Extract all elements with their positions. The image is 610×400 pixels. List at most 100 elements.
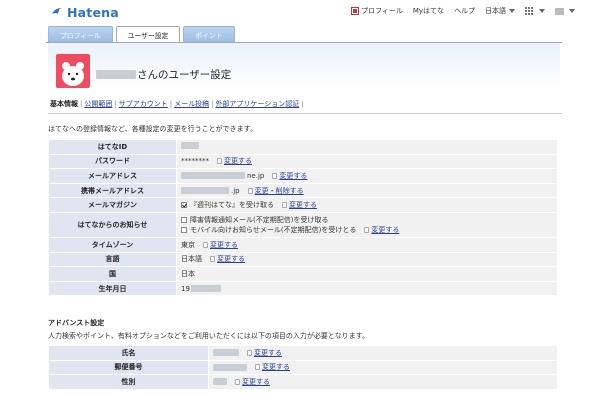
edit-icon xyxy=(255,364,260,371)
settings-tabs: プロフィール ユーザー設定 ポイント xyxy=(48,26,238,43)
subnav-basic[interactable]: 基本情報 xyxy=(50,99,78,109)
mobile-email-value: .jp xyxy=(231,186,240,195)
timezone-label: タイムゾーン xyxy=(48,236,177,253)
email-value: ne.jp xyxy=(247,171,265,180)
subnav-subaccount[interactable]: サブアカウント xyxy=(119,99,168,109)
change-magazine-link[interactable]: 変更する xyxy=(289,200,317,210)
edit-icon xyxy=(247,187,253,194)
mail-magazine-label: メールマガジン xyxy=(48,197,177,213)
table-row: はてなからのお知らせ 障害情報通知メール(不定期配信)を受け取る モバイル向けお… xyxy=(48,211,558,238)
country-label: 国 xyxy=(48,266,177,282)
top-bar: Hatena プロフィール Myはてな ヘルプ 日本語 xyxy=(0,0,610,24)
outage-mail-checkbox[interactable] xyxy=(181,216,187,223)
top-links: プロフィール Myはてな ヘルプ 日本語 xyxy=(351,6,585,16)
password-label: パスワード xyxy=(48,153,177,170)
language-label: 日本語 xyxy=(485,7,507,15)
change-email-link[interactable]: 変更する xyxy=(279,171,307,181)
email-label: メールアドレス xyxy=(48,168,177,184)
table-row: 言語 日本語 変更する xyxy=(48,251,558,268)
settings-header: さんのユーザー設定 xyxy=(48,43,560,91)
subnav-divider xyxy=(48,113,562,114)
subnav-external-apps[interactable]: 外部アプリケーション認証 xyxy=(215,99,299,109)
hatena-id-label: はてなID xyxy=(48,139,177,155)
hatena-logo[interactable]: Hatena xyxy=(50,4,119,20)
language-value: 日本語 xyxy=(181,255,202,264)
change-password-link[interactable]: 変更する xyxy=(224,156,252,166)
change-mobile-email-link[interactable]: 変更・削除する xyxy=(255,186,304,196)
notice-label: はてなからのお知らせ xyxy=(48,211,177,238)
change-gender-link[interactable]: 変更する xyxy=(242,377,270,387)
table-row: 氏名 変更する xyxy=(48,345,558,361)
language-setting-label: 言語 xyxy=(48,251,177,268)
table-row: パスワード ******** 変更する xyxy=(48,153,558,170)
table-row: 国 日本 xyxy=(48,266,558,282)
inbox-icon xyxy=(555,7,565,15)
edit-icon xyxy=(217,158,222,165)
change-zip-link[interactable]: 変更する xyxy=(262,362,290,372)
hatena-bird-icon xyxy=(52,8,61,14)
blurred-username xyxy=(96,70,136,79)
gender-label: 性別 xyxy=(48,374,209,390)
settings-subnav: 基本情報 | 公開範囲 | サブアカウント | メール投稿 | 外部アプリケーシ… xyxy=(50,99,304,109)
chevron-down-icon xyxy=(539,9,546,13)
subnav-visibility[interactable]: 公開範囲 xyxy=(84,99,112,109)
change-name-link[interactable]: 変更する xyxy=(254,348,282,358)
profile-link[interactable]: プロフィール xyxy=(351,6,403,16)
edit-icon xyxy=(210,256,215,263)
change-language-link[interactable]: 変更する xyxy=(217,254,245,264)
edit-icon xyxy=(282,202,287,209)
edit-icon xyxy=(203,241,208,248)
profile-link-label: プロフィール xyxy=(361,7,403,15)
polar-bear-icon xyxy=(62,62,84,86)
language-selector[interactable]: 日本語 xyxy=(485,6,516,16)
edit-icon xyxy=(272,172,278,179)
help-link[interactable]: ヘルプ xyxy=(454,6,475,16)
blurred-zip xyxy=(213,363,247,371)
tab-points[interactable]: ポイント xyxy=(183,26,235,42)
edit-icon xyxy=(364,226,370,233)
magazine-checkbox[interactable] xyxy=(181,202,187,209)
edit-icon xyxy=(247,349,252,356)
advanced-settings-table: 氏名 変更する 郵便番号 変更する 性別 変更する xyxy=(48,345,558,390)
blurred-name xyxy=(213,349,239,357)
grid-icon xyxy=(525,6,534,16)
edit-icon xyxy=(235,378,240,385)
table-row: はてなID xyxy=(48,139,558,155)
change-timezone-link[interactable]: 変更する xyxy=(210,240,238,250)
tab-user-settings[interactable]: ユーザー設定 xyxy=(115,26,181,43)
blurred-mobile-email xyxy=(181,187,229,195)
blurred-gender xyxy=(213,378,227,386)
magazine-option: 『週刊はてな』を受け取る xyxy=(190,201,274,210)
profile-icon xyxy=(351,7,359,15)
table-row: メールマガジン 『週刊はてな』を受け取る 変更する xyxy=(48,197,558,213)
page-title: さんのユーザー設定 xyxy=(96,67,231,82)
mobile-notice-option: モバイル向けお知らせメール(不定期配信)を受けとる xyxy=(190,225,357,234)
table-row: 生年月日 19 xyxy=(48,280,558,297)
table-row: 携帯メールアドレス .jp 変更・削除する xyxy=(48,182,558,199)
zip-label: 郵便番号 xyxy=(48,359,209,376)
table-row: タイムゾーン 東京 変更する xyxy=(48,236,558,253)
logo-text: Hatena xyxy=(67,4,119,20)
hatena-id-value xyxy=(176,139,558,155)
table-row: メールアドレス ne.jp 変更する xyxy=(48,168,558,184)
chevron-down-icon xyxy=(569,9,576,13)
chevron-down-icon xyxy=(509,9,516,13)
blurred-birthday xyxy=(190,285,221,293)
birthday-label: 生年月日 xyxy=(48,280,177,297)
notification-menu[interactable] xyxy=(555,7,576,15)
blurred-email xyxy=(181,172,245,180)
outage-mail-option: 障害情報通知メール(不定期配信)を受け取る xyxy=(190,215,329,224)
mobile-notice-checkbox[interactable] xyxy=(181,226,187,233)
apps-menu[interactable] xyxy=(525,6,546,16)
subnav-mail-post[interactable]: メール投稿 xyxy=(174,99,209,109)
advanced-settings-title: アドバンスト設定 xyxy=(48,319,105,327)
birthday-value: 19 xyxy=(181,284,190,293)
page-title-text: さんのユーザー設定 xyxy=(137,69,232,81)
change-notice-link[interactable]: 変更する xyxy=(371,225,399,235)
mobile-email-label: 携帯メールアドレス xyxy=(48,182,177,199)
timezone-value: 東京 xyxy=(181,240,195,249)
basic-settings-table: はてなID パスワード ******** 変更する メールアドレス ne.jp … xyxy=(48,139,558,297)
intro-text: はてなへの登録情報など、各種設定の変更を行うことができます。 xyxy=(48,125,257,133)
tab-profile[interactable]: プロフィール xyxy=(48,26,113,42)
myhatena-link[interactable]: Myはてな xyxy=(413,6,444,16)
